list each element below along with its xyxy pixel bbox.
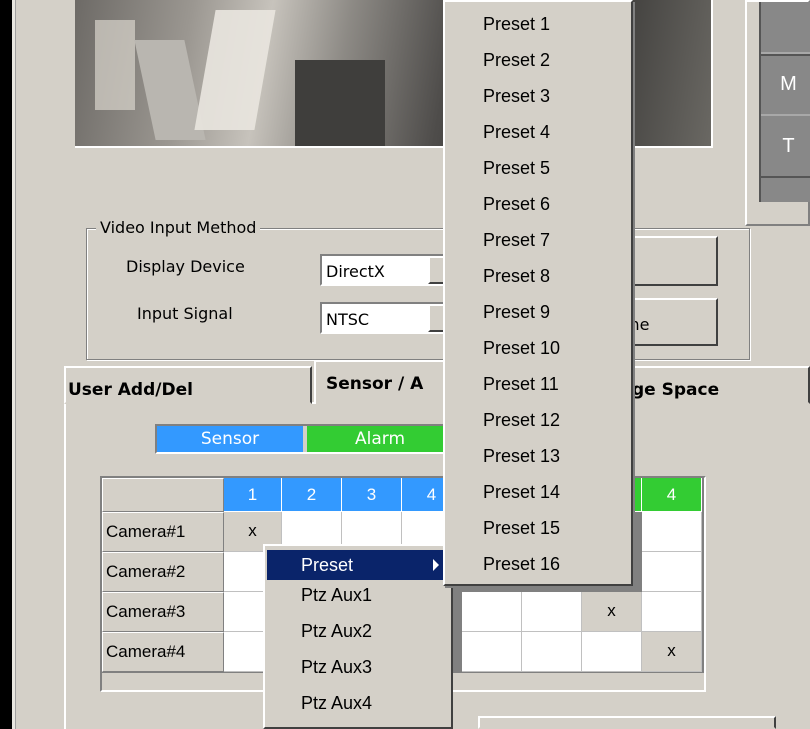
preset-item-4[interactable]: Preset 4 [447, 114, 629, 150]
preset-item-9[interactable]: Preset 9 [447, 294, 629, 330]
preset-item-13[interactable]: Preset 13 [447, 438, 629, 474]
preset-item-5[interactable]: Preset 5 [447, 150, 629, 186]
display-device-label: Display Device [126, 257, 245, 276]
right-control-panel: M T [745, 0, 810, 226]
preset-item-7[interactable]: Preset 7 [447, 222, 629, 258]
submenu-arrow-icon [433, 559, 439, 571]
context-menu: Preset Ptz Aux1 Ptz Aux2 Ptz Aux3 Ptz Au… [263, 544, 453, 729]
grid-cell-cam4-alarm1[interactable] [462, 632, 522, 672]
right-panel-button-m[interactable]: M [761, 52, 810, 116]
grid-header-sensor-2: 2 [282, 478, 342, 512]
bottom-action-button[interactable] [478, 716, 776, 729]
context-menu-item-ptz-aux3[interactable]: Ptz Aux3 [267, 652, 449, 682]
sensor-legend-chip: Sensor [157, 426, 303, 452]
right-panel-button-top[interactable] [761, 0, 810, 56]
preset-item-11[interactable]: Preset 11 [447, 366, 629, 402]
preset-item-12[interactable]: Preset 12 [447, 402, 629, 438]
grid-cell-cam4-alarm3[interactable] [582, 632, 642, 672]
grid-row-header-camera-3: Camera#3 [102, 592, 224, 632]
preset-submenu: Preset 1 Preset 2 Preset 3 Preset 4 Pres… [443, 0, 633, 586]
sensor-alarm-legend: Sensor Alarm [155, 424, 455, 454]
grid-row-header-camera-4: Camera#4 [102, 632, 224, 672]
right-panel-button-t[interactable]: T [761, 114, 810, 178]
video-input-legend: Video Input Method [96, 218, 261, 237]
input-signal-label: Input Signal [137, 304, 233, 323]
grid-row-header-camera-1: Camera#1 [102, 512, 224, 552]
window-left-bevel [12, 0, 16, 729]
context-menu-item-ptz-aux4[interactable]: Ptz Aux4 [267, 688, 449, 718]
display-device-value: DirectX [326, 262, 385, 281]
alarm-legend-chip: Alarm [307, 426, 453, 452]
grid-cell-cam3-alarm2[interactable] [522, 592, 582, 632]
preset-item-1[interactable]: Preset 1 [447, 6, 629, 42]
preset-item-10[interactable]: Preset 10 [447, 330, 629, 366]
preset-item-3[interactable]: Preset 3 [447, 78, 629, 114]
grid-row-header-camera-2: Camera#2 [102, 552, 224, 592]
right-panel-buttons: M T [759, 0, 810, 202]
context-menu-item-preset[interactable]: Preset [267, 550, 449, 580]
grid-cell-cam1-alarm4[interactable] [642, 512, 702, 552]
grid-cell-cam3-alarm3[interactable]: x [582, 592, 642, 632]
preset-item-16[interactable]: Preset 16 [447, 546, 629, 582]
preset-item-2[interactable]: Preset 2 [447, 42, 629, 78]
context-menu-item-preset-label: Preset [301, 555, 354, 575]
tab-storage-space[interactable]: ge Space [620, 366, 810, 404]
preset-item-8[interactable]: Preset 8 [447, 258, 629, 294]
preset-item-14[interactable]: Preset 14 [447, 474, 629, 510]
preset-item-15[interactable]: Preset 15 [447, 510, 629, 546]
preset-item-6[interactable]: Preset 6 [447, 186, 629, 222]
grid-header-alarm-4: 4 [642, 478, 702, 512]
grid-cell-cam3-alarm4[interactable] [642, 592, 702, 632]
grid-corner-header [102, 478, 224, 512]
window-left-border [0, 0, 12, 729]
input-signal-value: NTSC [326, 310, 370, 329]
tab-sensor-alarm[interactable]: Sensor / A [314, 360, 454, 404]
grid-cell-cam2-alarm4[interactable] [642, 552, 702, 592]
tab-user-add-del[interactable]: User Add/Del [64, 366, 312, 404]
grid-cell-cam4-alarm2[interactable] [522, 632, 582, 672]
context-menu-item-ptz-aux2[interactable]: Ptz Aux2 [267, 616, 449, 646]
grid-header-sensor-1: 1 [224, 478, 282, 512]
grid-cell-cam3-alarm1[interactable] [462, 592, 522, 632]
context-menu-item-ptz-aux1[interactable]: Ptz Aux1 [267, 580, 449, 610]
grid-cell-cam4-alarm4[interactable]: x [642, 632, 702, 672]
grid-header-sensor-3: 3 [342, 478, 402, 512]
